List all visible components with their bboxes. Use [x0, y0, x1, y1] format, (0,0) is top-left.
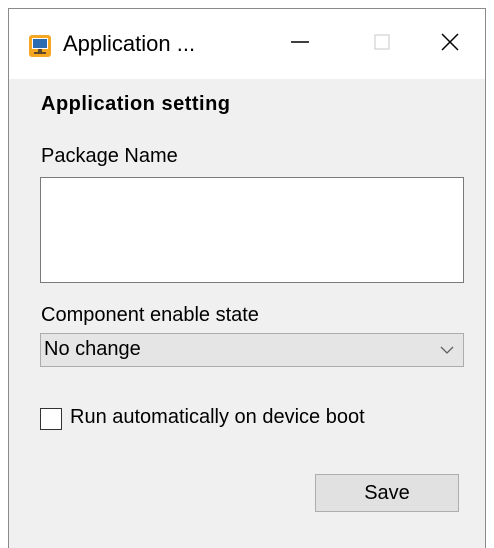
- close-button[interactable]: [415, 9, 485, 79]
- component-state-value: No change: [44, 338, 141, 360]
- maximize-icon: [373, 33, 391, 56]
- component-state-select[interactable]: No change: [40, 333, 464, 367]
- window-title: Application ...: [63, 31, 196, 56]
- minimize-icon: [289, 31, 311, 58]
- maximize-button[interactable]: [347, 9, 417, 79]
- component-state-label: Component enable state: [41, 304, 259, 326]
- monitor-app-icon: [29, 35, 51, 57]
- run-on-boot-checkbox[interactable]: [40, 408, 62, 430]
- application-window: Application ... Application setting Pack…: [8, 8, 486, 548]
- package-name-field[interactable]: [40, 177, 464, 283]
- save-button[interactable]: Save: [315, 474, 459, 512]
- chevron-down-icon: [439, 342, 455, 358]
- section-title: Application setting: [41, 93, 231, 115]
- run-on-boot-label[interactable]: Run automatically on device boot: [70, 406, 365, 429]
- close-icon: [439, 31, 461, 58]
- title-bar[interactable]: Application ...: [9, 9, 485, 79]
- minimize-button[interactable]: [265, 9, 335, 79]
- package-name-label: Package Name: [41, 145, 178, 167]
